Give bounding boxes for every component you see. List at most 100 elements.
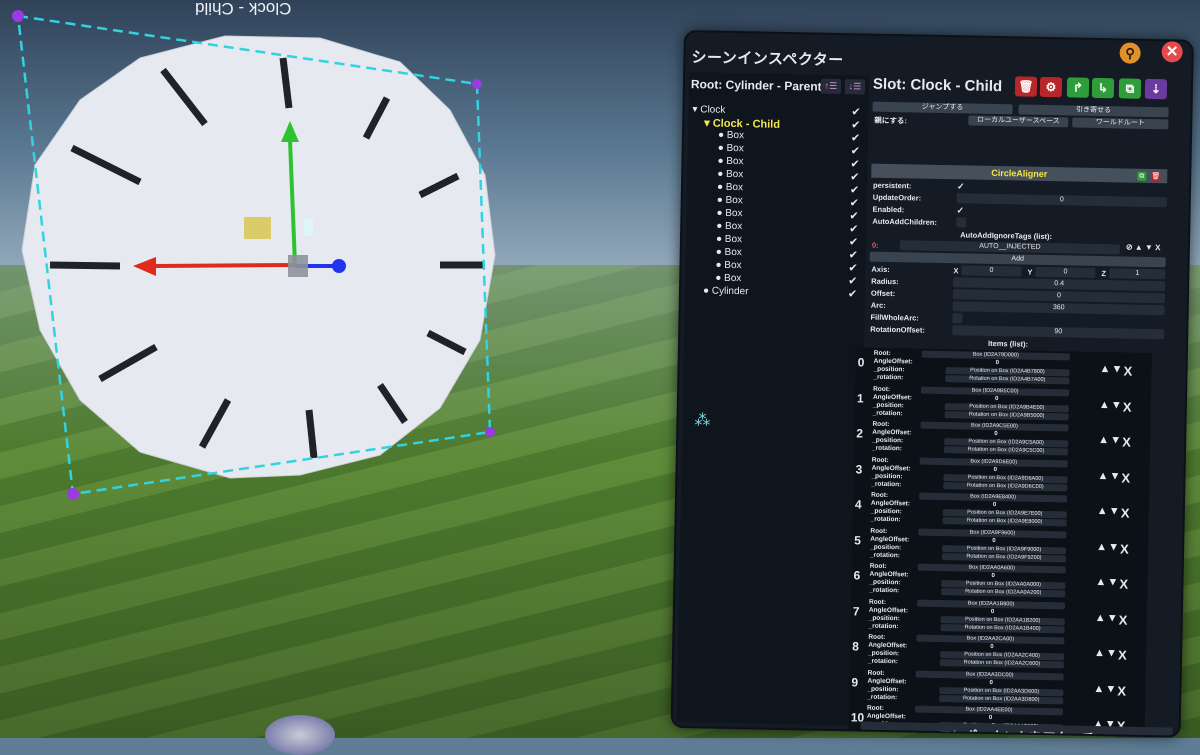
item-rotation-field[interactable]: Rotation on Box (ID2AA0A200) [941,588,1066,598]
item-move-down-button[interactable]: ▼ [1109,505,1120,517]
active-checkbox[interactable]: ✔ [850,196,859,209]
item-remove-button[interactable]: X [1119,576,1128,591]
item-remove-button[interactable]: X [1118,647,1127,662]
active-checkbox[interactable]: ✔ [849,222,858,235]
item-move-down-button[interactable]: ▼ [1111,399,1122,411]
item-move-up-button[interactable]: ▲ [1096,541,1107,553]
item-angle-value[interactable]: 0 [992,573,995,579]
add-tag-button[interactable]: Add [869,251,1166,268]
tree-node-box[interactable]: ● Box [716,221,742,232]
tag-row-controls[interactable]: ⊘ ▲ ▼ X [1126,243,1161,253]
item-rotation-field[interactable]: Rotation on Box (ID2AA1B400) [940,623,1065,633]
item-angle-value[interactable]: 0 [996,360,999,366]
component-header[interactable]: CircleAligner [871,163,1168,184]
item-rotation-field[interactable]: Rotation on Box (ID2A9F9200) [941,552,1066,562]
active-checkbox[interactable]: ✔ [850,170,859,183]
item-move-down-button[interactable]: ▼ [1111,363,1122,375]
tree-node-box[interactable]: ● Box [715,273,741,284]
remove-component-icon[interactable]: 🗑 [1151,171,1161,182]
tree-node-box[interactable]: ● Box [716,247,742,258]
item-move-up-button[interactable]: ▲ [1097,470,1108,482]
item-root-field[interactable]: Box (ID2A9C5E00) [920,421,1069,432]
item-remove-button[interactable]: X [1122,434,1131,449]
item-remove-button[interactable]: X [1117,683,1126,698]
item-root-field[interactable]: Box (ID2A79D000) [921,350,1070,361]
item-remove-button[interactable]: X [1121,505,1130,520]
duplicate-button[interactable]: ⧉ [1118,78,1142,99]
item-remove-button[interactable]: X [1120,541,1129,556]
item-root-field[interactable]: Box (ID2AA2CA00) [916,634,1065,645]
active-checkbox[interactable]: ✔ [851,144,860,157]
item-angle-value[interactable]: 0 [993,502,996,508]
item-move-down-button[interactable]: ▼ [1109,470,1120,482]
item-move-up-button[interactable]: ▲ [1098,434,1109,446]
jump-button[interactable]: ジャンプする [872,101,1013,115]
item-root-field[interactable]: Box (ID2A9F9600) [918,528,1067,538]
world-root-button[interactable]: ワールドルート [1072,117,1169,130]
item-remove-button[interactable]: X [1123,364,1132,379]
clock-face[interactable] [21,35,496,479]
item-move-down-button[interactable]: ▼ [1106,647,1117,659]
item-angle-value[interactable]: 0 [995,396,998,402]
active-checkbox[interactable]: ✔ [848,287,857,300]
local-user-space-button[interactable]: ローカルユーザースペース [968,115,1069,128]
item-root-field[interactable]: Box (ID2AA4EE00) [914,705,1064,716]
destroy-preserving-button[interactable]: ⚙ [1039,76,1063,98]
duplicate-component-icon[interactable]: ⧉ [1137,171,1147,181]
item-move-up-button[interactable]: ▲ [1095,611,1106,623]
fill-whole-arc-checkbox[interactable] [952,313,963,324]
arc-field[interactable]: 360 [952,301,1165,316]
root-up-button[interactable]: ↑☰ [820,78,842,95]
tree-node-box[interactable]: ● Box [718,143,744,154]
rotation-offset-field[interactable]: 90 [952,325,1165,340]
item-move-up-button[interactable]: ▲ [1099,399,1110,411]
tree-node-box[interactable]: ● Box [717,182,743,193]
active-checkbox[interactable]: ✔ [851,118,860,131]
item-rotation-field[interactable]: Rotation on Box (ID2A9B5000) [944,410,1069,420]
item-rotation-field[interactable]: Rotation on Box (ID2AA2C600) [939,659,1064,669]
item-move-up-button[interactable]: ▲ [1095,576,1106,588]
tree-node-clock-child[interactable]: ▾ Clock - Child [704,116,780,130]
close-icon[interactable]: ✕ [1161,41,1183,63]
item-angle-value[interactable]: 0 [989,715,992,721]
add-child-button[interactable]: ↳ [1091,77,1115,99]
item-rotation-field[interactable]: Rotation on Box (ID2A9C5C00) [943,446,1069,456]
active-checkbox[interactable]: ✔ [849,248,858,261]
item-angle-value[interactable]: 0 [991,608,994,614]
active-checkbox[interactable]: ✔ [850,157,859,170]
insert-parent-button[interactable]: ↱ [1066,77,1090,98]
pin-icon[interactable]: ⚲ [1119,42,1141,64]
axis-y-field[interactable]: 0 [1035,266,1096,278]
item-remove-button[interactable]: X [1119,612,1128,627]
item-move-up-button[interactable]: ▲ [1094,647,1105,659]
item-move-up-button[interactable]: ▲ [1097,505,1108,517]
item-angle-value[interactable]: 0 [989,679,992,685]
item-move-down-button[interactable]: ▼ [1110,434,1121,446]
tree-node-box[interactable]: ● Box [715,260,741,271]
item-remove-button[interactable]: X [1123,399,1132,414]
item-rotation-field[interactable]: Rotation on Box (ID2A9D6C00) [943,481,1068,491]
active-checkbox[interactable]: ✔ [851,131,860,144]
root-down-button[interactable]: ↓☰ [844,79,866,95]
item-rotation-field[interactable]: Rotation on Box (ID2AA3D800) [939,694,1064,704]
item-angle-value[interactable]: 0 [994,467,997,473]
item-rotation-field[interactable]: Rotation on Box (ID2A4B7A00) [945,375,1070,385]
item-move-down-button[interactable]: ▼ [1105,683,1116,695]
tree-node-box[interactable]: ● Box [717,169,743,180]
item-root-field[interactable]: Box (ID2A9D6E00) [919,457,1068,467]
item-angle-value[interactable]: 0 [992,538,995,544]
item-root-field[interactable]: Box (ID2AA3DC00) [915,670,1064,680]
axis-z-field[interactable]: 1 [1109,268,1166,280]
active-checkbox[interactable]: ✔ [849,209,858,222]
tree-node-cylinder[interactable]: ● Cylinder [703,285,749,297]
active-checkbox[interactable]: ✔ [851,105,860,118]
active-checkbox[interactable]: ✔ [849,235,858,248]
item-remove-button[interactable]: X [1121,470,1130,485]
item-rotation-field[interactable]: Rotation on Box (ID2A9E8000) [942,517,1067,527]
active-checkbox[interactable]: ✔ [848,274,857,287]
destroy-slot-button[interactable]: 🗑 [1014,76,1038,97]
item-root-field[interactable]: Box (ID2AA0A600) [917,563,1066,574]
persistent-checkbox[interactable]: ✓ [957,181,965,192]
enabled-checkbox[interactable]: ✓ [956,205,964,216]
item-root-field[interactable]: Box (ID2AA1B800) [916,599,1066,609]
